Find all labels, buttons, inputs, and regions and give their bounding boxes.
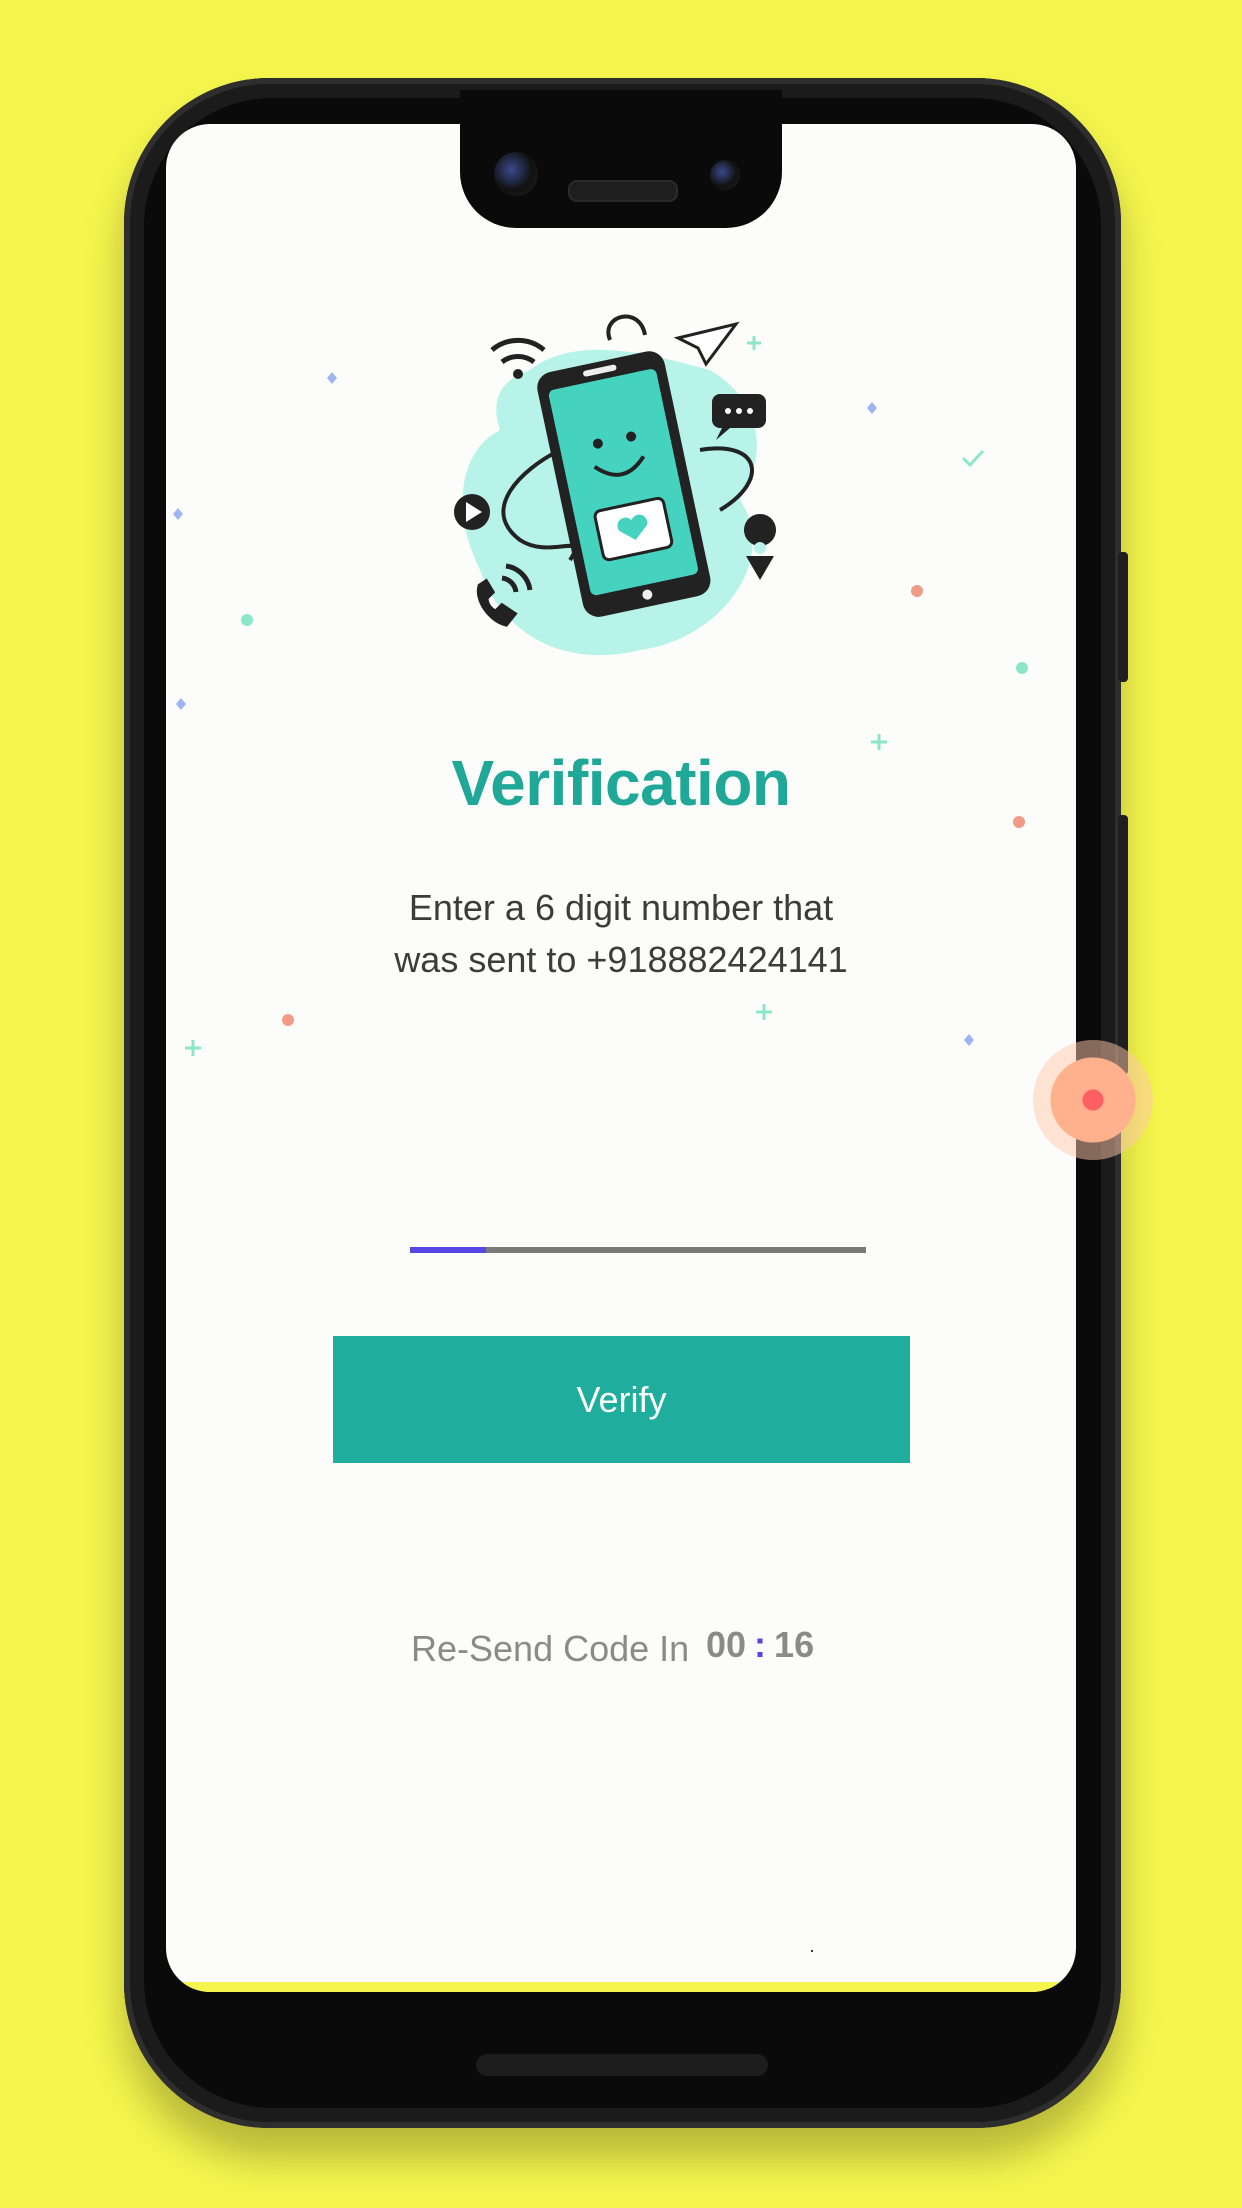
resend-timer: 00 : 16 [706, 1624, 814, 1666]
screen-edge [166, 1982, 1076, 1992]
chin-speaker [476, 2054, 768, 2076]
phone-illustration-icon [454, 314, 777, 656]
resend-label: Re-Send Code In [411, 1628, 690, 1669]
timer-seconds: 16 [774, 1624, 815, 1665]
play-icon [454, 494, 490, 530]
page-title: Verification [451, 747, 792, 819]
otp-digit-6[interactable] [790, 1247, 866, 1253]
floating-bubble-button[interactable] [1033, 1040, 1153, 1160]
instruction-line-1: Enter a 6 digit number that [408, 887, 834, 928]
timer-separator: : [754, 1624, 767, 1665]
otp-digit-1[interactable] [410, 1247, 486, 1253]
stray-dot [811, 1950, 813, 1952]
timer-minutes: 00 [706, 1624, 747, 1665]
page: { "screen": { "title": "Verification", "… [0, 0, 1242, 2208]
verify-button[interactable]: Verify [333, 1336, 910, 1463]
paper-plane-icon [673, 321, 740, 367]
instruction-line-2: was sent to +918882424141 [394, 939, 848, 980]
otp-digit-3[interactable] [562, 1247, 638, 1253]
otp-digit-2[interactable] [486, 1247, 562, 1253]
otp-digit-4[interactable] [638, 1247, 714, 1253]
cable-icon [606, 314, 647, 341]
instruction-text: Enter a 6 digit number that was sent to … [0, 882, 1242, 986]
otp-input[interactable] [410, 1247, 866, 1253]
otp-digit-5[interactable] [714, 1247, 790, 1253]
